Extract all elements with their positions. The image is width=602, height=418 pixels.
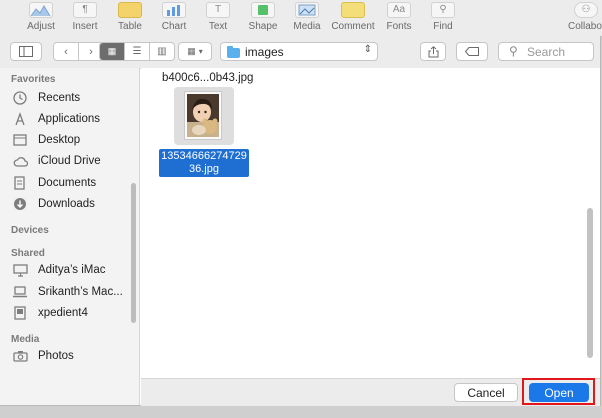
- app-toolbar: Adjust ¶ Insert Table Chart T Text Shape…: [0, 0, 602, 37]
- desktop-icon: [12, 133, 28, 147]
- file-browser-scrollbar[interactable]: [587, 208, 593, 358]
- shared-heading: Shared: [11, 248, 45, 259]
- arrange-grid-icon: ▦: [187, 46, 196, 56]
- share-button[interactable]: [420, 42, 446, 61]
- search-placeholder: Search: [527, 45, 566, 59]
- sidebar-scrollbar[interactable]: [131, 183, 136, 323]
- sidebar-item-applications[interactable]: Applications: [12, 110, 136, 128]
- sidebar-item-desktop[interactable]: Desktop: [12, 131, 136, 149]
- chevron-left-icon: ‹: [64, 45, 68, 58]
- laptop-icon: [12, 285, 28, 299]
- comment-icon: [341, 2, 365, 18]
- dialog-toolbar: ‹ › ▦ ☰ ▥ ▦ ▾ images ⇕ ⚲ Search: [0, 36, 600, 69]
- sidebar-item-recents[interactable]: Recents: [12, 89, 136, 107]
- open-file-dialog: ‹ › ▦ ☰ ▥ ▦ ▾ images ⇕ ⚲ Search Favorite…: [0, 36, 601, 406]
- chevron-down-icon: ▾: [198, 47, 203, 56]
- location-popup[interactable]: images ⇕: [220, 42, 378, 61]
- view-mode-buttons: ▦ ☰ ▥: [99, 42, 175, 61]
- toolbar-collaborate[interactable]: ⚇ Collabo: [564, 0, 602, 36]
- search-input[interactable]: ⚲ Search: [498, 42, 594, 61]
- camera-icon: [12, 349, 28, 363]
- fonts-icon: Aa: [387, 2, 411, 18]
- search-icon: ⚲: [431, 2, 455, 18]
- list-icon: ☰: [132, 46, 142, 57]
- back-forward-buttons: ‹ ›: [53, 42, 104, 61]
- search-icon: ⚲: [509, 44, 518, 58]
- folder-icon: [227, 46, 240, 58]
- server-icon: [12, 306, 28, 320]
- open-button[interactable]: Open: [529, 383, 589, 402]
- documents-icon: [12, 176, 28, 190]
- location-label: images: [245, 45, 284, 59]
- up-down-chevron-icon: ⇕: [363, 44, 372, 55]
- table-icon: [118, 2, 142, 18]
- icon-view-button[interactable]: ▦: [100, 43, 125, 60]
- devices-heading: Devices: [11, 225, 49, 236]
- sidebar-item-documents[interactable]: Documents: [12, 174, 136, 192]
- back-button[interactable]: ‹: [54, 43, 79, 60]
- applications-icon: [12, 112, 28, 126]
- toolbar-find[interactable]: ⚲ Find: [417, 0, 469, 36]
- cancel-button[interactable]: Cancel: [454, 383, 518, 402]
- chart-icon: [162, 2, 186, 18]
- selected-file-name[interactable]: 13534666274729 36.jpg: [159, 149, 249, 177]
- column-view-button[interactable]: ▥: [150, 43, 174, 60]
- pilcrow-icon: ¶: [73, 2, 97, 18]
- chevron-right-icon: ›: [89, 45, 93, 58]
- arrange-button[interactable]: ▦ ▾: [178, 42, 212, 61]
- sidebar: Favorites Recents Applications Desktop i…: [0, 68, 140, 405]
- sidebar-item-icloud-drive[interactable]: iCloud Drive: [12, 152, 136, 170]
- dialog-footer: Cancel Open: [141, 378, 600, 406]
- toolbar-media[interactable]: Media: [281, 0, 333, 36]
- tag-icon: [465, 47, 479, 56]
- download-icon: [12, 197, 28, 211]
- sidebar-item-xpedient4[interactable]: xpedient4: [12, 304, 136, 322]
- sidebar-item-adityas-imac[interactable]: Aditya’s iMac: [12, 261, 136, 279]
- adjust-icon: [29, 2, 53, 18]
- sidebar-item-downloads[interactable]: Downloads: [12, 195, 136, 213]
- text-icon: T: [206, 2, 230, 18]
- tags-button[interactable]: [456, 42, 488, 61]
- file-name-b400c6[interactable]: b400c6...0b43.jpg: [162, 72, 253, 84]
- imac-icon: [12, 263, 28, 277]
- photo-thumbnail[interactable]: [184, 91, 222, 140]
- favorites-heading: Favorites: [11, 74, 56, 85]
- collaborate-icon: ⚇: [574, 2, 598, 18]
- sidebar-toggle-button[interactable]: [10, 42, 42, 61]
- file-browser: b400c6...0b43.jpg 13534666274729 36.jpg: [141, 68, 600, 378]
- media-icon: [295, 2, 319, 18]
- toolbar-comment[interactable]: Comment: [327, 0, 379, 36]
- cloud-icon: [12, 154, 28, 168]
- clock-icon: [12, 91, 28, 105]
- shape-icon: [251, 2, 275, 18]
- list-view-button[interactable]: ☰: [125, 43, 150, 60]
- columns-icon: ▥: [157, 46, 167, 57]
- sidebar-icon: [19, 46, 33, 57]
- sidebar-item-photos[interactable]: Photos: [12, 347, 136, 365]
- media-heading: Media: [11, 334, 40, 345]
- sidebar-item-srikanths-mac[interactable]: Srikanth’s Mac...: [12, 283, 136, 301]
- share-icon: [428, 45, 438, 57]
- grid-icon: ▦: [107, 46, 117, 56]
